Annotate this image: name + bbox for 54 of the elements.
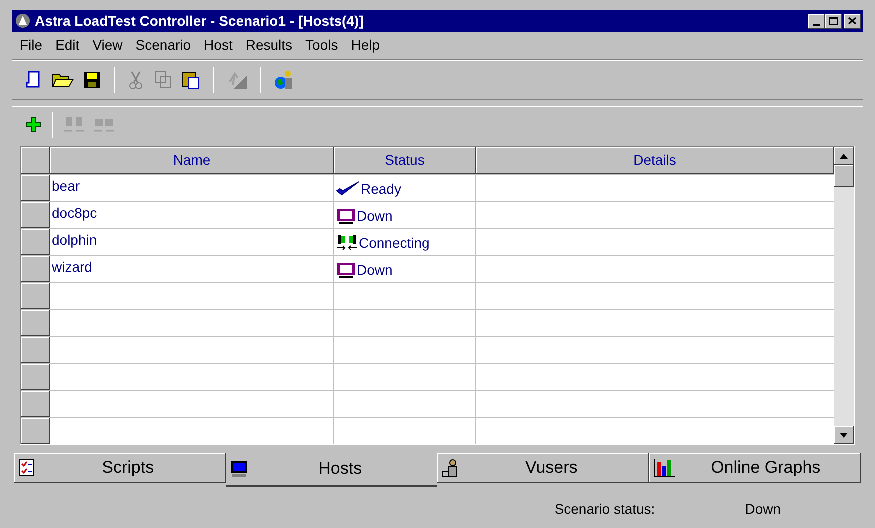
close-button[interactable]	[844, 14, 861, 28]
tab[interactable]: Vusers	[436, 453, 649, 483]
paste-clipboard-icon[interactable]	[181, 70, 201, 90]
menu-item[interactable]: Host	[204, 35, 233, 56]
window-title: Astra LoadTest Controller - Scenario1 - [Hosts(4)]	[35, 12, 365, 31]
tab[interactable]: Online Graphs	[648, 453, 861, 483]
column-header[interactable]: Name	[50, 147, 334, 174]
minimize-button[interactable]	[808, 14, 825, 28]
menu-item[interactable]: Help	[351, 35, 380, 56]
maximize-button[interactable]	[825, 14, 842, 28]
scroll-down-button[interactable]	[834, 426, 854, 444]
column-header[interactable]: Details	[476, 147, 834, 174]
bar-chart-icon	[654, 458, 676, 478]
close-icon	[848, 17, 857, 25]
script-list-icon	[19, 459, 35, 477]
table-cell: dolphin	[50, 229, 334, 255]
up-arrow-icon	[840, 154, 848, 158]
row-header[interactable]	[21, 202, 50, 228]
row-header[interactable]	[21, 418, 50, 444]
app-logo-icon	[15, 13, 31, 29]
status-text: Connecting	[359, 234, 430, 253]
status-label: Scenario status:	[554, 500, 656, 519]
status-text: Down	[357, 260, 393, 280]
table-cell: bear	[50, 175, 334, 201]
row-header[interactable]	[21, 337, 50, 363]
menu-item[interactable]: Scenario	[136, 35, 192, 56]
status-value: Down	[745, 500, 781, 519]
add-plus-icon[interactable]	[26, 116, 42, 132]
menu-item[interactable]: View	[92, 35, 123, 56]
row-header[interactable]	[21, 229, 50, 255]
menu-item[interactable]: Results	[246, 35, 293, 56]
user-figure-icon	[442, 458, 460, 478]
row-header[interactable]	[21, 391, 50, 417]
menu-item[interactable]: File	[20, 35, 43, 56]
status-text: Ready	[361, 180, 402, 199]
menu-item[interactable]: Tools	[306, 35, 338, 56]
row-header[interactable]	[21, 256, 50, 282]
row-header[interactable]	[21, 364, 50, 390]
menu-item[interactable]: Edit	[56, 35, 80, 56]
monitor-icon	[230, 460, 248, 478]
checkmark-icon	[336, 181, 360, 197]
tab[interactable]: Scripts	[14, 453, 226, 483]
row-header[interactable]	[21, 175, 50, 201]
table-cell: wizard	[50, 256, 334, 282]
globe-person-icon[interactable]	[273, 69, 295, 91]
scroll-thumb[interactable]	[834, 165, 854, 187]
row-header[interactable]	[21, 310, 50, 336]
table-cell: doc8pc	[50, 202, 334, 228]
status-text: Down	[357, 206, 393, 226]
down-arrow-icon	[840, 432, 848, 438]
row-header[interactable]	[21, 283, 50, 309]
column-header[interactable]: Status	[334, 147, 476, 174]
scroll-up-button[interactable]	[834, 147, 854, 165]
vertical-scrollbar[interactable]	[834, 147, 854, 444]
